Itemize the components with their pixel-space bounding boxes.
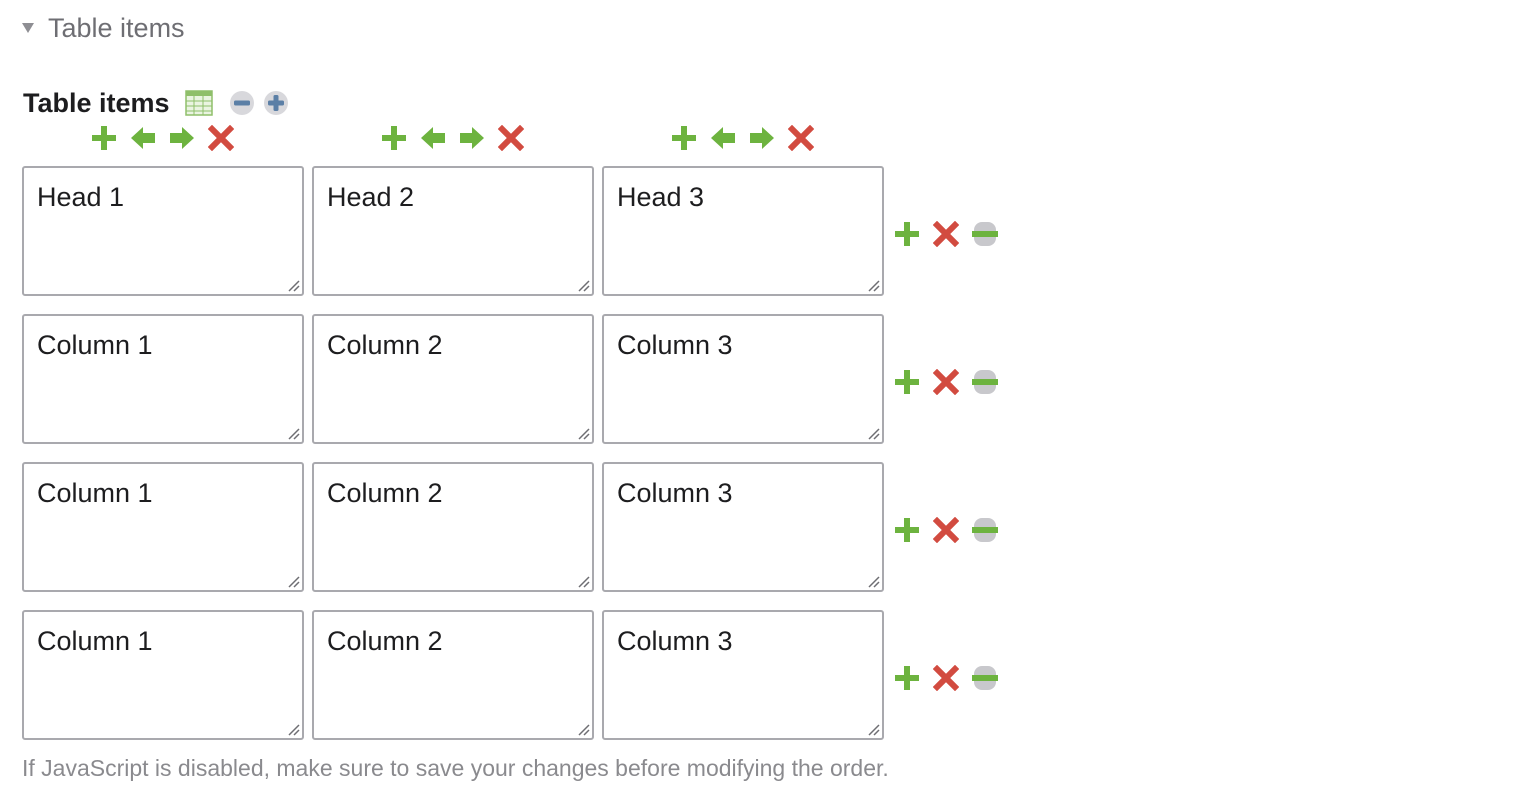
add-row-icon[interactable] bbox=[894, 517, 920, 543]
resize-grip-icon[interactable] bbox=[286, 426, 300, 440]
delete-row-icon[interactable] bbox=[933, 517, 959, 543]
cell-value: Column 1 bbox=[37, 330, 153, 360]
cell-textarea[interactable]: Head 3 bbox=[602, 166, 884, 296]
resize-grip-icon[interactable] bbox=[576, 722, 590, 736]
cell-value: Column 3 bbox=[617, 478, 733, 508]
resize-grip-icon[interactable] bbox=[286, 278, 300, 292]
resize-grip-icon[interactable] bbox=[866, 574, 880, 588]
cell-value: Column 2 bbox=[327, 626, 443, 656]
cell-value: Head 2 bbox=[327, 182, 415, 212]
cell-textarea[interactable]: Column 2 bbox=[312, 314, 594, 444]
section-toggle[interactable]: Table items bbox=[20, 12, 185, 44]
drag-handle-icon[interactable] bbox=[972, 221, 998, 247]
delete-column-icon[interactable] bbox=[498, 125, 524, 151]
cell-value: Column 3 bbox=[617, 330, 733, 360]
cell-textarea[interactable]: Column 3 bbox=[602, 314, 884, 444]
cell-value: Column 3 bbox=[617, 626, 733, 656]
resize-grip-icon[interactable] bbox=[866, 722, 880, 736]
add-column-icon[interactable] bbox=[671, 125, 697, 151]
cell-value: Column 1 bbox=[37, 478, 153, 508]
column-2-controls bbox=[381, 123, 524, 153]
resize-grip-icon[interactable] bbox=[866, 426, 880, 440]
move-left-icon[interactable] bbox=[420, 125, 446, 151]
cell-value: Head 1 bbox=[37, 182, 125, 212]
row-4-controls bbox=[894, 663, 998, 693]
triangle-down-icon bbox=[20, 20, 36, 36]
move-left-icon[interactable] bbox=[710, 125, 736, 151]
delete-row-icon[interactable] bbox=[933, 665, 959, 691]
drag-handle-icon[interactable] bbox=[972, 665, 998, 691]
column-1-controls bbox=[91, 123, 234, 153]
move-right-icon[interactable] bbox=[459, 125, 485, 151]
cell-textarea[interactable]: Head 1 bbox=[22, 166, 304, 296]
resize-grip-icon[interactable] bbox=[286, 722, 300, 736]
move-right-icon[interactable] bbox=[169, 125, 195, 151]
cell-textarea[interactable]: Column 3 bbox=[602, 462, 884, 592]
add-column-icon[interactable] bbox=[91, 125, 117, 151]
delete-row-icon[interactable] bbox=[933, 221, 959, 247]
delete-column-icon[interactable] bbox=[788, 125, 814, 151]
help-text: If JavaScript is disabled, make sure to … bbox=[22, 755, 889, 781]
row-2-controls bbox=[894, 367, 998, 397]
row-1-controls bbox=[894, 219, 998, 249]
add-row-icon[interactable] bbox=[894, 221, 920, 247]
cell-value: Column 1 bbox=[37, 626, 153, 656]
resize-grip-icon[interactable] bbox=[576, 426, 590, 440]
delete-column-icon[interactable] bbox=[208, 125, 234, 151]
field-label: Table items bbox=[23, 87, 170, 118]
field-header: Table items bbox=[23, 86, 289, 120]
plus-circle-icon[interactable] bbox=[263, 90, 289, 116]
minus-circle-icon[interactable] bbox=[229, 90, 255, 116]
move-right-icon[interactable] bbox=[749, 125, 775, 151]
column-3-controls bbox=[671, 123, 814, 153]
table-icon[interactable] bbox=[184, 90, 213, 116]
delete-row-icon[interactable] bbox=[933, 369, 959, 395]
cell-textarea[interactable]: Column 2 bbox=[312, 462, 594, 592]
cell-textarea[interactable]: Column 2 bbox=[312, 610, 594, 740]
cell-value: Column 2 bbox=[327, 478, 443, 508]
drag-handle-icon[interactable] bbox=[972, 517, 998, 543]
row-3-controls bbox=[894, 515, 998, 545]
cell-value: Head 3 bbox=[617, 182, 705, 212]
section-title: Table items bbox=[48, 12, 185, 43]
cell-value: Column 2 bbox=[327, 330, 443, 360]
drag-handle-icon[interactable] bbox=[972, 369, 998, 395]
cell-textarea[interactable]: Head 2 bbox=[312, 166, 594, 296]
cell-textarea[interactable]: Column 1 bbox=[22, 314, 304, 444]
resize-grip-icon[interactable] bbox=[866, 278, 880, 292]
cell-textarea[interactable]: Column 1 bbox=[22, 610, 304, 740]
resize-grip-icon[interactable] bbox=[286, 574, 300, 588]
add-row-icon[interactable] bbox=[894, 369, 920, 395]
cell-textarea[interactable]: Column 3 bbox=[602, 610, 884, 740]
resize-grip-icon[interactable] bbox=[576, 574, 590, 588]
move-left-icon[interactable] bbox=[130, 125, 156, 151]
add-column-icon[interactable] bbox=[381, 125, 407, 151]
resize-grip-icon[interactable] bbox=[576, 278, 590, 292]
cell-textarea[interactable]: Column 1 bbox=[22, 462, 304, 592]
add-row-icon[interactable] bbox=[894, 665, 920, 691]
